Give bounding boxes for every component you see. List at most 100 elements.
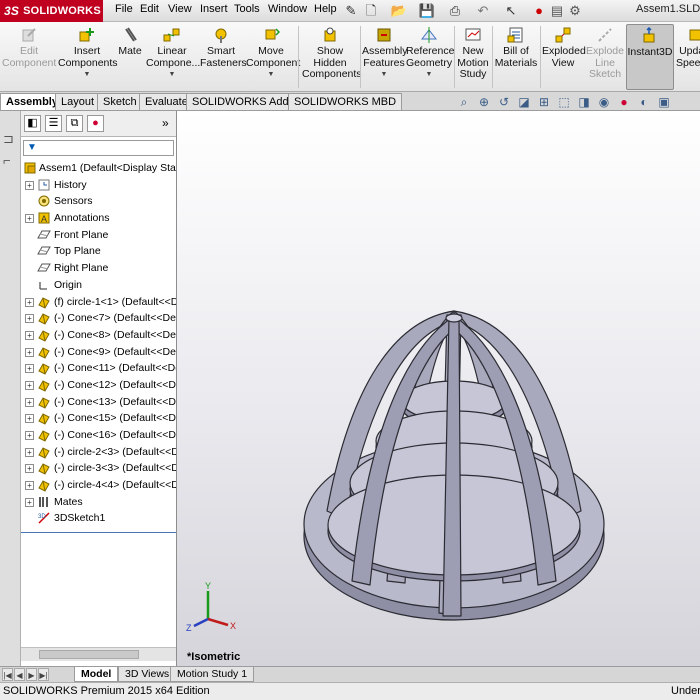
next-tab-icon[interactable]: ▶: [26, 668, 37, 681]
smart-fasteners-button[interactable]: Smart Fasteners: [200, 24, 247, 90]
tab-sketch[interactable]: Sketch: [97, 93, 143, 110]
feature-manager-tab-icon[interactable]: ◧: [24, 115, 41, 132]
new-motion-study-button[interactable]: New Motion Study: [456, 24, 490, 90]
tree-item[interactable]: + (-) Cone<9> (Default<<Defau: [21, 344, 176, 361]
tab-model[interactable]: Model: [74, 667, 119, 682]
tree-item[interactable]: + (-) circle-4<4> (Default<<Def: [21, 477, 176, 494]
tree-item[interactable]: Sensors: [21, 193, 176, 210]
expand-toggle-icon[interactable]: +: [25, 214, 34, 224]
expand-toggle-icon[interactable]: +: [25, 314, 34, 324]
menu-help[interactable]: Help: [314, 3, 337, 15]
tree-item[interactable]: + (-) circle-3<3> (Default<<Def: [21, 460, 176, 477]
assembly-features-dropdown-icon[interactable]: ▼: [362, 69, 406, 81]
prev-tab-icon[interactable]: ◀: [14, 668, 25, 681]
edit-component-button[interactable]: Edit Component: [2, 24, 56, 90]
expand-toggle-icon[interactable]: +: [25, 180, 34, 190]
tree-item[interactable]: + (-) Cone<11> (Default<<Defa: [21, 360, 176, 377]
tree-item[interactable]: + (-) circle-2<3> (Default<<Def: [21, 444, 176, 461]
tree-filter-field[interactable]: ▼: [23, 140, 174, 156]
show-hidden-components-button[interactable]: Show Hidden Components: [302, 24, 362, 90]
linear-pattern-button[interactable]: Linear Compone... ▼: [146, 24, 200, 90]
update-speedpak-button[interactable]: Update Speedpak: [676, 24, 700, 90]
exploded-view-button[interactable]: Exploded View: [542, 24, 586, 90]
explode-line-sketch-button[interactable]: Explode Line Sketch: [586, 24, 624, 90]
tree-root-label: Assem1 (Default<Display State-1: [39, 162, 176, 174]
expand-toggle-icon[interactable]: +: [25, 464, 34, 474]
origin-icon: [39, 281, 47, 290]
file-properties-icon[interactable]: ▤: [548, 2, 566, 19]
tree-item[interactable]: Top Plane: [21, 243, 176, 260]
tree-item[interactable]: Origin: [21, 277, 176, 294]
instant3d-button[interactable]: Instant3D: [626, 24, 674, 90]
history-icon: [38, 179, 50, 191]
tree-item[interactable]: + (f) circle-1<1> (Default<<Defa: [21, 294, 176, 311]
tab-motion-study[interactable]: Motion Study 1: [170, 667, 255, 682]
linear-pattern-dropdown-icon[interactable]: ▼: [146, 69, 198, 81]
save-icon[interactable]: 💾: [418, 2, 436, 19]
tree-root-assembly[interactable]: Assem1 (Default<Display State-1: [21, 160, 176, 177]
select-pointer-icon[interactable]: ↖: [502, 2, 520, 19]
expand-toggle-icon[interactable]: +: [25, 397, 34, 407]
bill-of-materials-button[interactable]: Bill of Materials: [494, 24, 538, 90]
menu-file[interactable]: File: [115, 3, 133, 15]
menu-window[interactable]: Window: [268, 3, 307, 15]
insert-components-dropdown-icon[interactable]: ▼: [58, 69, 116, 81]
tree-item[interactable]: Front Plane: [21, 227, 176, 244]
expand-toggle-icon[interactable]: +: [25, 447, 34, 457]
tab-solidworks-mbd[interactable]: SOLIDWORKS MBD: [288, 93, 403, 110]
tree-item[interactable]: + (-) Cone<12> (Default<<Defa: [21, 377, 176, 394]
print-icon[interactable]: ⎙: [446, 2, 464, 19]
tree-item[interactable]: Right Plane: [21, 260, 176, 277]
expand-toggle-icon[interactable]: +: [25, 347, 34, 357]
first-tab-icon[interactable]: |◀: [2, 668, 13, 681]
sketch-entity-icon[interactable]: ⌐: [3, 153, 11, 168]
expand-toggle-icon[interactable]: +: [25, 414, 34, 424]
configuration-manager-tab-icon[interactable]: ⧉: [66, 115, 83, 132]
display-manager-tab-icon[interactable]: ●: [87, 115, 104, 132]
tree-rollback-bar[interactable]: [21, 532, 176, 533]
solidworks-logo[interactable]: 3S SOLIDWORKS: [0, 0, 103, 22]
menu-insert[interactable]: Insert: [200, 3, 228, 15]
expand-chevron-icon[interactable]: »: [162, 116, 169, 130]
menu-view[interactable]: View: [168, 3, 192, 15]
expand-toggle-icon[interactable]: +: [25, 481, 34, 491]
expand-toggle-icon[interactable]: +: [25, 364, 34, 374]
tree-item[interactable]: + A Annotations: [21, 210, 176, 227]
reference-geometry-button[interactable]: Reference Geometry ▼: [406, 24, 454, 90]
menu-tools[interactable]: Tools: [234, 3, 260, 15]
tree-item[interactable]: + (-) Cone<13> (Default<<Defa: [21, 394, 176, 411]
tab-layout[interactable]: Layout: [55, 93, 101, 110]
expand-toggle-icon[interactable]: +: [25, 380, 34, 390]
move-component-dropdown-icon[interactable]: ▼: [246, 69, 296, 81]
horizontal-scrollbar[interactable]: [21, 647, 176, 661]
scrollbar-thumb[interactable]: [39, 650, 139, 659]
assembly-features-button[interactable]: Assembly Features ▼: [362, 24, 408, 90]
tab-3d-views[interactable]: 3D Views: [118, 667, 177, 682]
undo-icon[interactable]: ↶: [474, 2, 492, 19]
tree-item[interactable]: + (-) Cone<15> (Default<<Defa: [21, 410, 176, 427]
new-document-icon[interactable]: 🗋: [362, 2, 380, 19]
graphics-area[interactable]: Y X Z *Isometric: [177, 111, 700, 666]
tree-item[interactable]: + Mates: [21, 494, 176, 511]
tree-item[interactable]: 3D 3DSketch1: [21, 510, 176, 527]
move-component-button[interactable]: Move Component ▼: [246, 24, 300, 90]
expand-toggle-icon[interactable]: +: [25, 297, 34, 307]
magnet-icon[interactable]: ⊐: [3, 131, 14, 147]
menu-edit[interactable]: Edit: [140, 3, 159, 15]
tree-item[interactable]: + History: [21, 177, 176, 194]
open-folder-icon[interactable]: 📂: [390, 2, 408, 19]
tree-item[interactable]: + (-) Cone<7> (Default<<Defau: [21, 310, 176, 327]
reference-geometry-dropdown-icon[interactable]: ▼: [406, 69, 452, 81]
expand-toggle-icon[interactable]: +: [25, 431, 34, 440]
expand-toggle-icon[interactable]: +: [25, 497, 34, 507]
tree-item[interactable]: + (-) Cone<16> (Default<<Defa: [21, 427, 176, 444]
insert-components-button[interactable]: Insert Components ▼: [58, 24, 118, 90]
tree-item[interactable]: + (-) Cone<8> (Default<<Defau: [21, 327, 176, 344]
options-gear-icon[interactable]: ⚙: [566, 2, 584, 19]
expand-toggle-icon[interactable]: +: [25, 330, 34, 340]
rebuild-icon[interactable]: ●: [530, 2, 548, 19]
last-tab-icon[interactable]: ▶|: [38, 668, 49, 681]
mate-button[interactable]: Mate: [116, 24, 144, 90]
property-manager-tab-icon[interactable]: ☰: [45, 115, 62, 132]
pin-icon[interactable]: ✎: [342, 2, 360, 19]
